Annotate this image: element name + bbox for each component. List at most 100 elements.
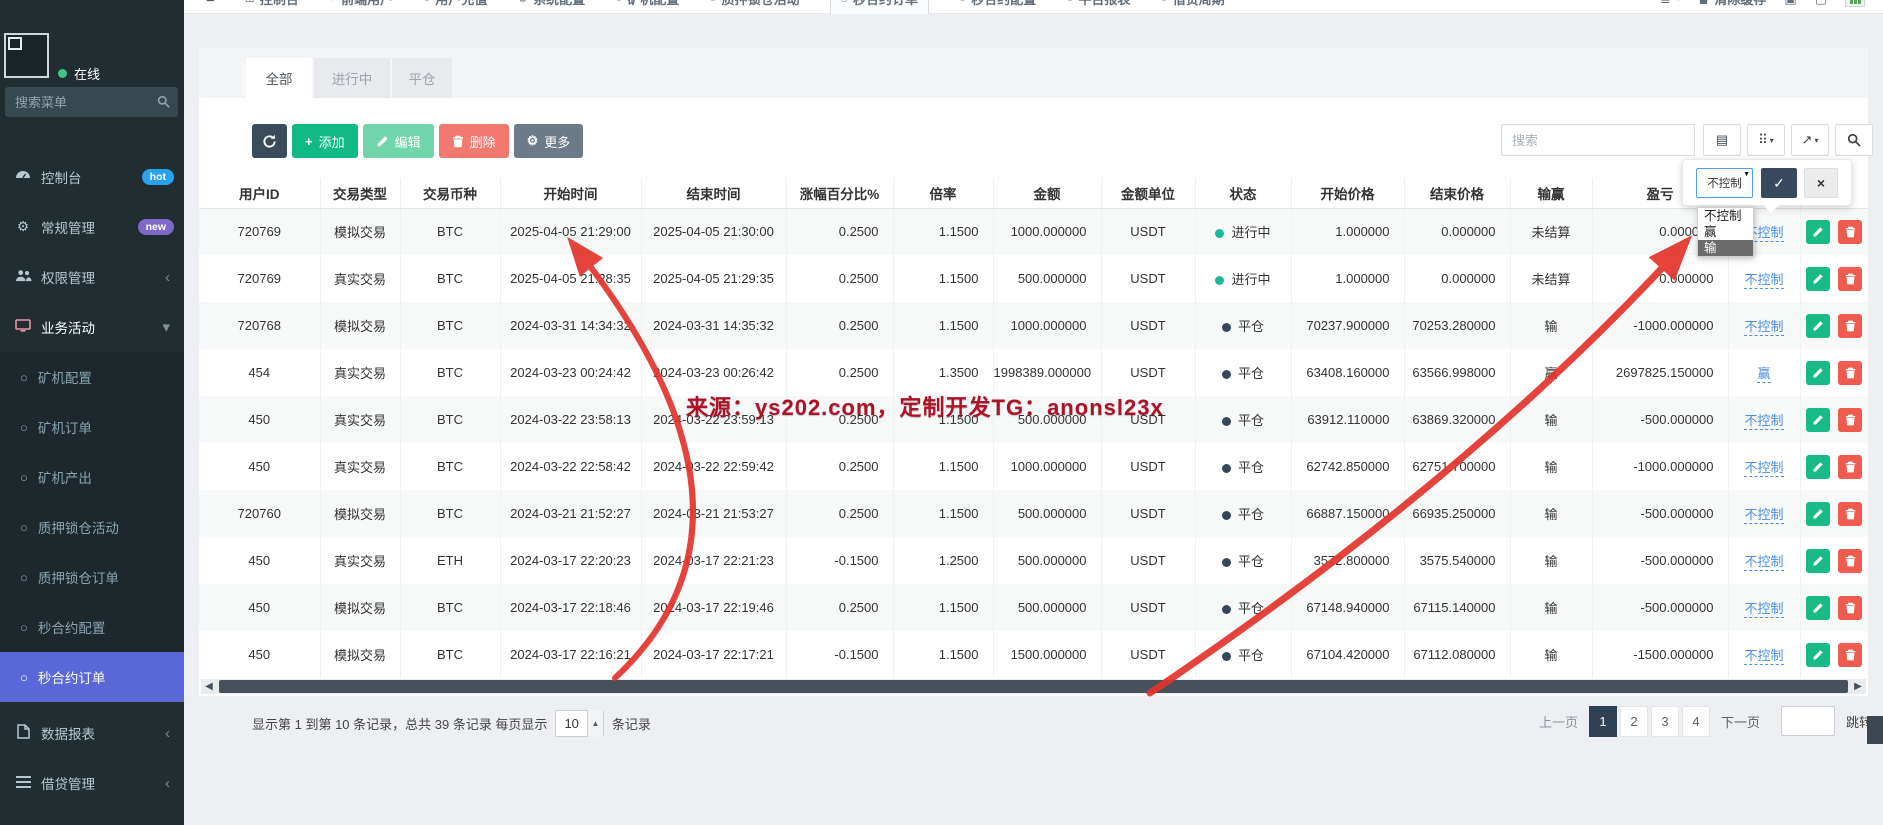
list-dropdown-icon[interactable]: ≣▾ xyxy=(1660,0,1680,7)
nav-stake-activity[interactable]: ○质押锁仓活动 xyxy=(709,0,799,8)
image-icon[interactable]: ▣ xyxy=(1784,0,1796,7)
control-link[interactable]: 不控制 xyxy=(1744,601,1783,618)
sidebar-item-miner-output[interactable]: ○矿机产出 xyxy=(0,452,184,502)
tab-running[interactable]: 进行中 xyxy=(314,58,390,98)
scrollbar-thumb[interactable] xyxy=(219,680,1848,693)
cancel-button[interactable]: × xyxy=(1804,168,1838,198)
control-link[interactable]: 不控制 xyxy=(1744,460,1783,477)
export-button[interactable]: ↗▾ xyxy=(1791,124,1829,156)
row-delete-button[interactable] xyxy=(1838,643,1862,667)
row-edit-button[interactable] xyxy=(1806,220,1830,244)
cell-start-time: 2024-03-17 22:16:21 xyxy=(500,631,641,678)
cell-end-time: 2024-03-22 22:59:42 xyxy=(641,443,786,490)
fullscreen-search-button[interactable] xyxy=(1835,124,1873,156)
sidebar-item-business[interactable]: 业务活动 ▾ xyxy=(0,302,184,352)
control-link[interactable]: 不控制 xyxy=(1744,648,1783,665)
row-delete-button[interactable] xyxy=(1838,314,1862,338)
row-edit-button[interactable] xyxy=(1806,643,1830,667)
control-link[interactable]: 赢 xyxy=(1757,366,1770,383)
nav-contract-orders[interactable]: ○秒合约订单 xyxy=(830,0,929,14)
sidebar-item-permissions[interactable]: 权限管理 ‹ xyxy=(0,252,184,302)
columns-button[interactable]: ⠿▾ xyxy=(1747,124,1785,156)
row-delete-button[interactable] xyxy=(1838,408,1862,432)
sidebar-item-miner-orders[interactable]: ○矿机订单 xyxy=(0,402,184,452)
chart-icon[interactable] xyxy=(1845,0,1865,7)
page-button-1[interactable]: 1 xyxy=(1589,706,1617,737)
row-edit-button[interactable] xyxy=(1806,549,1830,573)
control-link[interactable]: 不控制 xyxy=(1744,272,1783,289)
page-button-3[interactable]: 3 xyxy=(1651,706,1679,737)
control-link[interactable]: 不控制 xyxy=(1744,554,1783,571)
row-edit-button[interactable] xyxy=(1806,267,1830,291)
search-icon[interactable] xyxy=(157,95,170,113)
table-search-input[interactable] xyxy=(1501,124,1695,156)
cell-user-id: 720760 xyxy=(199,490,320,537)
tab-all[interactable]: 全部 xyxy=(246,58,312,98)
sidebar-search-input[interactable] xyxy=(5,87,178,117)
jump-page-input[interactable] xyxy=(1781,706,1835,736)
sidebar-item-loans[interactable]: 借贷管理 ‹ xyxy=(0,758,184,808)
nav-user-recharge[interactable]: ○用户充值 xyxy=(423,0,487,8)
cell-status: 平仓 xyxy=(1195,396,1291,443)
sidebar-item-contract-config[interactable]: ○秒合约配置 xyxy=(0,602,184,652)
more-button[interactable]: ⚙更多 xyxy=(514,124,584,158)
nav-dashboard[interactable]: ⊞控制台 xyxy=(245,0,299,8)
nav-front-users[interactable]: ◔前端用户 xyxy=(329,0,393,8)
sidebar-item-stake-activity[interactable]: ○质押锁仓活动 xyxy=(0,502,184,552)
sidebar-item-general[interactable]: ⚙ 常规管理 new xyxy=(0,202,184,252)
option-lose[interactable]: 输 xyxy=(1698,240,1753,256)
nav-system-config[interactable]: ⚙系统配置 xyxy=(517,0,585,8)
row-edit-button[interactable] xyxy=(1806,502,1830,526)
cell-trade-type: 真实交易 xyxy=(320,255,400,302)
cell-end-price: 63869.320000 xyxy=(1404,396,1510,443)
option-no-control[interactable]: 不控制 xyxy=(1698,208,1753,224)
control-select[interactable]: 不控制 ▼ xyxy=(1696,168,1753,198)
sidebar-item-reports[interactable]: 数据报表 ‹ xyxy=(0,708,184,758)
control-link[interactable]: 不控制 xyxy=(1744,319,1783,336)
status-dot-icon xyxy=(1222,605,1231,614)
sidebar-item-stake-orders[interactable]: ○质押锁仓订单 xyxy=(0,552,184,602)
detail-view-button[interactable]: ▤ xyxy=(1703,124,1741,156)
nav-loan-cycle[interactable]: ○借贷周期 xyxy=(1160,0,1224,8)
hamburger-icon[interactable]: ≡ xyxy=(206,0,215,7)
add-button[interactable]: +添加 xyxy=(292,124,358,158)
row-delete-button[interactable] xyxy=(1838,455,1862,479)
sidebar-item-contract-orders[interactable]: ○秒合约订单 xyxy=(0,652,184,702)
sidebar-item-miner-config[interactable]: ○矿机配置 xyxy=(0,352,184,402)
cell-multiplier: 1.1500 xyxy=(893,584,993,631)
row-delete-button[interactable] xyxy=(1838,596,1862,620)
page-button-2[interactable]: 2 xyxy=(1620,706,1648,737)
row-delete-button[interactable] xyxy=(1838,502,1862,526)
row-edit-button[interactable] xyxy=(1806,361,1830,385)
nav-platform-report[interactable]: ○平台报表 xyxy=(1066,0,1130,8)
scroll-left-icon[interactable]: ◀ xyxy=(201,681,217,692)
row-delete-button[interactable] xyxy=(1838,267,1862,291)
row-delete-button[interactable] xyxy=(1838,549,1862,573)
edit-button[interactable]: 编辑 xyxy=(363,124,434,158)
row-delete-button[interactable] xyxy=(1838,361,1862,385)
tab-closed[interactable]: 平仓 xyxy=(392,58,452,98)
control-link[interactable]: 不控制 xyxy=(1744,507,1783,524)
sidebar-item-dashboard[interactable]: 控制台 hot xyxy=(0,152,184,202)
nav-miner-config[interactable]: ○矿机配置 xyxy=(615,0,679,8)
page-button-4[interactable]: 4 xyxy=(1682,706,1710,737)
nav-contract-config[interactable]: ○秒合约配置 xyxy=(959,0,1036,8)
row-edit-button[interactable] xyxy=(1806,314,1830,338)
control-link[interactable]: 不控制 xyxy=(1744,413,1783,430)
clear-cache-button[interactable]: 清除缓存 xyxy=(1698,0,1766,8)
refresh-button[interactable] xyxy=(252,124,287,158)
confirm-button[interactable]: ✓ xyxy=(1761,168,1797,198)
fullscreen-icon[interactable]: ▢ xyxy=(1815,0,1827,7)
page-size-select[interactable]: 10 ▲ xyxy=(555,710,603,737)
prev-page-button[interactable]: 上一页 xyxy=(1531,712,1586,731)
row-edit-button[interactable] xyxy=(1806,408,1830,432)
scroll-corner[interactable] xyxy=(1867,716,1883,744)
delete-button[interactable]: 删除 xyxy=(439,124,509,158)
row-delete-button[interactable] xyxy=(1838,220,1862,244)
cell-start-price: 67148.940000 xyxy=(1291,584,1404,631)
scroll-right-icon[interactable]: ▶ xyxy=(1850,681,1866,692)
row-edit-button[interactable] xyxy=(1806,596,1830,620)
next-page-button[interactable]: 下一页 xyxy=(1713,712,1768,731)
option-win[interactable]: 赢 xyxy=(1698,224,1753,240)
row-edit-button[interactable] xyxy=(1806,455,1830,479)
